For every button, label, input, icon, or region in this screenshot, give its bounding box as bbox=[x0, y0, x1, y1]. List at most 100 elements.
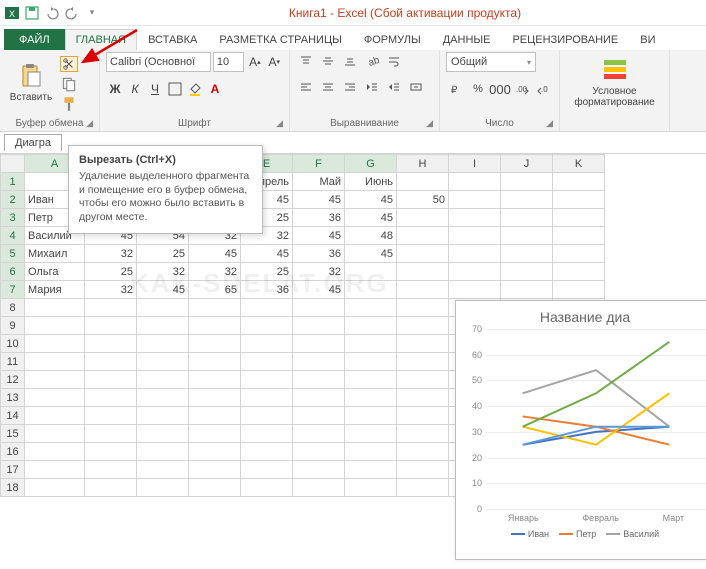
cell-G9[interactable] bbox=[345, 317, 397, 335]
cell-B15[interactable] bbox=[85, 425, 137, 443]
cell-F13[interactable] bbox=[293, 389, 345, 407]
cell-C8[interactable] bbox=[137, 299, 189, 317]
merge-button[interactable] bbox=[406, 78, 426, 96]
conditional-formatting-button[interactable]: Условное форматирование bbox=[566, 52, 663, 112]
cell-C11[interactable] bbox=[137, 353, 189, 371]
cell-G15[interactable] bbox=[345, 425, 397, 443]
cell-D18[interactable] bbox=[189, 479, 241, 497]
copy-button[interactable] bbox=[60, 76, 78, 92]
column-header-J[interactable]: J bbox=[501, 155, 553, 173]
cell-A13[interactable] bbox=[25, 389, 85, 407]
tab-data[interactable]: ДАННЫЕ bbox=[432, 29, 502, 50]
row-header-3[interactable]: 3 bbox=[1, 209, 25, 227]
cell-J2[interactable] bbox=[501, 191, 553, 209]
cell-E11[interactable] bbox=[241, 353, 293, 371]
cell-D17[interactable] bbox=[189, 461, 241, 479]
increase-decimal-button[interactable]: .00 bbox=[512, 80, 532, 98]
row-header-9[interactable]: 9 bbox=[1, 317, 25, 335]
cell-D8[interactable] bbox=[189, 299, 241, 317]
align-top-button[interactable] bbox=[296, 52, 316, 70]
cell-F12[interactable] bbox=[293, 371, 345, 389]
cell-D15[interactable] bbox=[189, 425, 241, 443]
cell-A18[interactable] bbox=[25, 479, 85, 497]
cell-B9[interactable] bbox=[85, 317, 137, 335]
cell-D7[interactable]: 65 bbox=[189, 281, 241, 299]
cell-D6[interactable]: 32 bbox=[189, 263, 241, 281]
cell-A14[interactable] bbox=[25, 407, 85, 425]
cell-F16[interactable] bbox=[293, 443, 345, 461]
cell-H5[interactable] bbox=[397, 245, 449, 263]
cell-J5[interactable] bbox=[501, 245, 553, 263]
cell-B14[interactable] bbox=[85, 407, 137, 425]
row-header-17[interactable]: 17 bbox=[1, 461, 25, 479]
cell-K1[interactable] bbox=[553, 173, 605, 191]
fill-color-button[interactable] bbox=[186, 80, 204, 98]
cell-F15[interactable] bbox=[293, 425, 345, 443]
cell-F18[interactable] bbox=[293, 479, 345, 497]
cell-F17[interactable] bbox=[293, 461, 345, 479]
cell-I4[interactable] bbox=[449, 227, 501, 245]
cell-C9[interactable] bbox=[137, 317, 189, 335]
cell-I3[interactable] bbox=[449, 209, 501, 227]
cell-F1[interactable]: Май bbox=[293, 173, 345, 191]
cell-I6[interactable] bbox=[449, 263, 501, 281]
cell-B10[interactable] bbox=[85, 335, 137, 353]
row-header-12[interactable]: 12 bbox=[1, 371, 25, 389]
cell-A10[interactable] bbox=[25, 335, 85, 353]
tab-view[interactable]: ВИ bbox=[629, 29, 666, 50]
align-right-button[interactable] bbox=[340, 78, 360, 96]
cell-G12[interactable] bbox=[345, 371, 397, 389]
cell-C12[interactable] bbox=[137, 371, 189, 389]
cell-E7[interactable]: 36 bbox=[241, 281, 293, 299]
row-header-5[interactable]: 5 bbox=[1, 245, 25, 263]
italic-button[interactable]: К bbox=[126, 80, 144, 98]
cell-G11[interactable] bbox=[345, 353, 397, 371]
tab-file[interactable]: ФАЙЛ bbox=[4, 29, 65, 50]
cell-K2[interactable] bbox=[553, 191, 605, 209]
tab-formulas[interactable]: ФОРМУЛЫ bbox=[353, 29, 432, 50]
cell-G10[interactable] bbox=[345, 335, 397, 353]
cell-F14[interactable] bbox=[293, 407, 345, 425]
cell-G7[interactable] bbox=[345, 281, 397, 299]
save-icon[interactable] bbox=[24, 5, 40, 21]
cell-G14[interactable] bbox=[345, 407, 397, 425]
cell-G2[interactable]: 45 bbox=[345, 191, 397, 209]
cell-B18[interactable] bbox=[85, 479, 137, 497]
tab-insert[interactable]: ВСТАВКА bbox=[137, 29, 208, 50]
cell-E18[interactable] bbox=[241, 479, 293, 497]
cell-D12[interactable] bbox=[189, 371, 241, 389]
currency-button[interactable]: ₽ bbox=[446, 80, 466, 98]
cell-F3[interactable]: 36 bbox=[293, 209, 345, 227]
row-header-10[interactable]: 10 bbox=[1, 335, 25, 353]
cell-K3[interactable] bbox=[553, 209, 605, 227]
cell-B6[interactable]: 25 bbox=[85, 263, 137, 281]
cell-A8[interactable] bbox=[25, 299, 85, 317]
cell-E12[interactable] bbox=[241, 371, 293, 389]
cell-B5[interactable]: 32 bbox=[85, 245, 137, 263]
cell-K7[interactable] bbox=[553, 281, 605, 299]
cell-D13[interactable] bbox=[189, 389, 241, 407]
column-header-K[interactable]: K bbox=[553, 155, 605, 173]
font-size-combo[interactable]: 10 bbox=[213, 52, 244, 72]
cell-H14[interactable] bbox=[397, 407, 449, 425]
cell-H2[interactable]: 50 bbox=[397, 191, 449, 209]
dialog-launcher-icon[interactable]: ◢ bbox=[276, 118, 283, 129]
row-header-18[interactable]: 18 bbox=[1, 479, 25, 497]
cell-E10[interactable] bbox=[241, 335, 293, 353]
cell-C5[interactable]: 25 bbox=[137, 245, 189, 263]
cell-E8[interactable] bbox=[241, 299, 293, 317]
cell-J7[interactable] bbox=[501, 281, 553, 299]
cell-G1[interactable]: Июнь bbox=[345, 173, 397, 191]
cell-G6[interactable] bbox=[345, 263, 397, 281]
cell-F5[interactable]: 36 bbox=[293, 245, 345, 263]
cell-K4[interactable] bbox=[553, 227, 605, 245]
cell-C15[interactable] bbox=[137, 425, 189, 443]
row-header-13[interactable]: 13 bbox=[1, 389, 25, 407]
align-left-button[interactable] bbox=[296, 78, 316, 96]
cell-A11[interactable] bbox=[25, 353, 85, 371]
cell-C13[interactable] bbox=[137, 389, 189, 407]
qat-dropdown-icon[interactable]: ▾ bbox=[84, 5, 100, 21]
row-header-7[interactable]: 7 bbox=[1, 281, 25, 299]
row-header-6[interactable]: 6 bbox=[1, 263, 25, 281]
cell-K6[interactable] bbox=[553, 263, 605, 281]
